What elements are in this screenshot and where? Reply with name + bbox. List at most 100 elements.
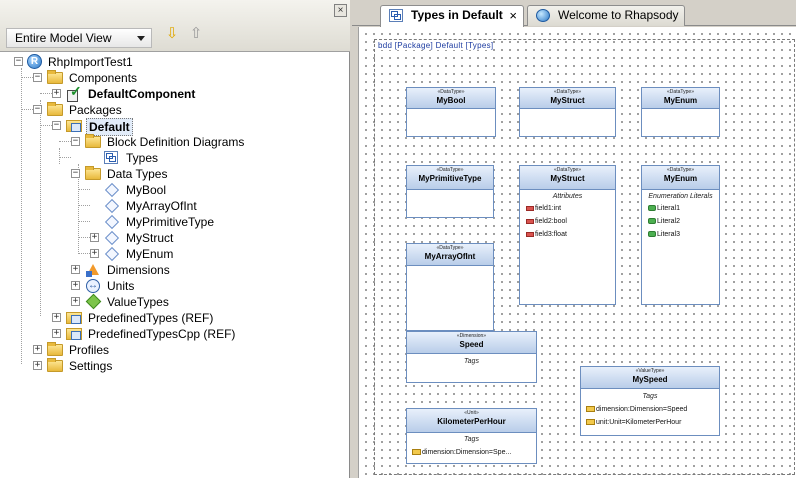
rhapsody-project-icon: R [27,54,42,69]
view-select[interactable]: Entire Model View [6,28,152,48]
package-icon [66,120,82,132]
attribute-row[interactable]: field2:bool [526,218,567,225]
block-name: MySpeed [632,375,668,384]
block-name: KilometerPerHour [437,417,506,426]
datatype-icon [104,214,120,230]
collapse-toggle[interactable]: − [33,105,42,114]
tab-label: Types in Default [411,8,503,22]
literal-row[interactable]: Literal2 [648,218,680,225]
block-myenum[interactable]: «DataType» MyEnum Enumeration Literals L… [641,165,720,305]
block-header: «DataType» MyEnum [642,166,719,190]
component-icon [66,83,82,102]
block-speed[interactable]: «Dimension» Speed Tags [406,331,537,383]
globe-icon [536,9,550,22]
tree-item-label: DefaultComponent [88,87,196,101]
arrow-up-icon[interactable]: ⇧ [186,24,206,44]
block-mystruct[interactable]: «DataType» MyStruct Attributes field1:in… [519,165,616,305]
dimension-icon [85,263,101,277]
tag-row[interactable]: unit:Unit=KilometerPerHour [586,419,681,426]
unit-icon: ↔ [86,279,100,293]
tree-item-label: MyEnum [126,247,174,261]
block-myprimitivetype[interactable]: «DataType» MyPrimitiveType [406,165,494,218]
expand-toggle[interactable]: + [52,329,61,338]
diagram-canvas[interactable]: bdd [Package] Default [Types] «DataType»… [358,27,796,478]
attribute-row[interactable]: field1:int [526,205,561,212]
tab-label: Welcome to Rhapsody [558,8,679,22]
tab-welcome[interactable]: Welcome to Rhapsody [527,5,685,26]
block-header: «DataType» MyPrimitiveType [407,166,493,190]
literal-row[interactable]: Literal3 [648,231,680,238]
model-tree: − R RhpImportTest1 − Components + Defaul… [0,52,349,478]
collapse-toggle[interactable]: − [71,169,80,178]
block-stereotype: «DataType» [436,167,464,173]
literal-text: Literal1 [657,205,680,212]
expand-toggle[interactable]: + [71,281,80,290]
attribute-icon [526,205,534,211]
tag-row[interactable]: dimension:Dimension=Spe... [412,449,511,456]
literal-text: Literal2 [657,218,680,225]
compartment-title: Tags [464,436,479,443]
reference-package-icon [66,328,82,340]
attribute-text: field2:bool [535,218,567,225]
model-browser: × Entire Model View ⇩ ⇧ − R RhpImportTes… [0,0,350,478]
datatype-icon [104,230,120,246]
expand-toggle[interactable]: + [71,297,80,306]
block-kilometerperhour[interactable]: «Unit» KilometerPerHour Tags dimension:D… [406,408,537,464]
collapse-toggle[interactable]: − [14,57,23,66]
tree-item-label: PredefinedTypes (REF) [88,311,214,325]
block-name: MyBool [436,96,466,105]
block-myenum-top[interactable]: «DataType» MyEnum [641,87,720,137]
tab-types-in-default[interactable]: Types in Default × [380,5,524,27]
block-mybool[interactable]: «DataType» MyBool [406,87,496,137]
close-tab-icon[interactable]: × [509,6,517,25]
block-stereotype: «Dimension» [456,333,487,339]
block-header: «DataType» MyStruct [520,166,615,190]
compartment-title: Enumeration Literals [648,193,713,200]
tag-row[interactable]: dimension:Dimension=Speed [586,406,687,413]
collapse-toggle[interactable]: − [33,73,42,82]
compartment-title: Tags [464,358,479,365]
view-select-value: Entire Model View [15,31,112,45]
value-type-icon [85,293,102,310]
tree-item-label: Data Types [107,167,168,181]
browser-toolbar: × Entire Model View ⇩ ⇧ [0,0,350,52]
tree-item-label: Settings [69,359,113,373]
expand-toggle[interactable]: + [90,233,99,242]
expand-toggle[interactable]: + [90,249,99,258]
block-stereotype: «DataType» [554,89,581,95]
folder-icon [47,70,63,84]
block-header: «Dimension» Speed [407,332,536,354]
tree-item-label: MyBool [126,183,167,197]
block-mystruct-top[interactable]: «DataType» MyStruct [519,87,616,137]
collapse-toggle[interactable]: − [71,137,80,146]
diagram-pane: Types in Default × Welcome to Rhapsody b… [352,0,796,478]
block-name: Speed [459,340,484,349]
expand-toggle[interactable]: + [71,265,80,274]
block-myarrayofint[interactable]: «DataType» MyArrayOfInt [406,243,494,331]
folder-icon [47,102,63,116]
tree-item-label: RhpImportTest1 [48,55,133,69]
expand-toggle[interactable]: + [52,313,61,322]
chevron-down-icon [137,36,145,41]
tree-item-label: Block Definition Diagrams [107,135,245,149]
diagram-icon [104,151,118,164]
close-browser-button[interactable]: × [334,4,347,17]
tree-item-label: Dimensions [107,263,170,277]
literal-icon [648,205,656,212]
literal-row[interactable]: Literal1 [648,205,680,212]
block-myspeed[interactable]: «ValueType» MySpeed Tags dimension:Dimen… [580,366,720,436]
tree-item-label: Types [126,151,159,165]
diagram-frame-label: bdd [Package] Default [Types] [378,41,494,50]
expand-toggle[interactable]: + [33,345,42,354]
block-name: MyStruct [550,174,585,183]
datatype-icon [104,182,120,198]
attribute-row[interactable]: field3:float [526,231,567,238]
block-header: «DataType» MyBool [407,88,495,109]
block-stereotype: «DataType» [667,89,694,95]
editor-tabs: Types in Default × Welcome to Rhapsody [352,0,796,27]
collapse-toggle[interactable]: − [52,121,61,130]
expand-toggle[interactable]: + [52,89,61,98]
arrow-down-icon[interactable]: ⇩ [162,24,182,44]
expand-toggle[interactable]: + [33,361,42,370]
block-header: «DataType» MyStruct [520,88,615,109]
